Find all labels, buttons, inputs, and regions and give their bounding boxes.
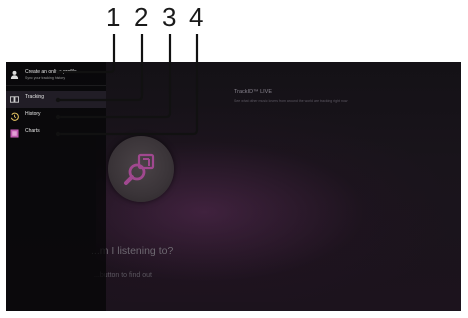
device-screen: TrackID™ LIVE See what other music lover… [6,62,461,311]
profile-sublabel: Sync your tracking history [25,76,66,80]
menu-item-charts[interactable]: Charts [6,125,106,142]
menu-item-tracking[interactable]: Tracking [6,91,106,108]
callout-number-3: 3 [162,2,177,32]
history-label: History [25,111,41,117]
callout-number-1: 1 [106,2,121,32]
history-icon [10,112,19,121]
trackid-live-description: See what other music lovers from around … [234,99,348,103]
trackid-live-title: TrackID™ LIVE [234,89,272,95]
profile-label: Create an online profile [25,69,77,75]
tracking-icon [10,96,19,103]
menu-item-history[interactable]: History [6,108,106,125]
person-icon [10,70,19,79]
menu-item-online-profile[interactable]: Create an online profile Sync your track… [6,66,106,84]
charts-icon [10,129,19,138]
charts-label: Charts [25,128,40,134]
identify-music-button[interactable] [108,136,174,202]
music-search-icon [124,153,155,185]
tracking-label: Tracking [25,94,44,100]
callout-number-4: 4 [189,2,204,32]
callout-number-2: 2 [134,2,149,32]
menu-divider [6,85,106,86]
side-menu: Create an online profile Sync your track… [6,62,106,311]
